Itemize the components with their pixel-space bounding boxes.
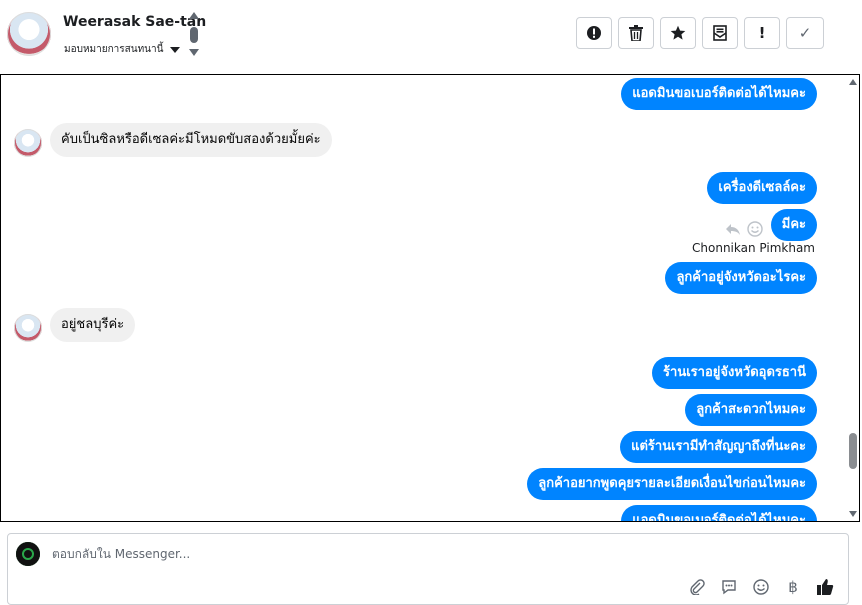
caret-down-icon <box>170 46 181 53</box>
contact-avatar[interactable] <box>7 12 51 56</box>
archive-icon <box>713 25 727 41</box>
smiley-icon[interactable] <box>747 221 763 237</box>
outgoing-message[interactable]: ลูกค้าอยากพูดคุยรายละเอียดเงื่อนไขก่อนไห… <box>527 468 817 500</box>
outgoing-message[interactable]: แอดมินขอเบอร์ติดต่อได้ไหมคะ <box>621 78 817 110</box>
thumbs-up-icon <box>817 579 834 595</box>
scrollbar-thumb[interactable] <box>849 433 857 469</box>
incoming-message[interactable]: อยู่ชลบุรีค่ะ <box>50 308 136 342</box>
payment-button[interactable]: ฿ <box>784 578 802 596</box>
smiley-icon <box>753 579 769 595</box>
outgoing-message[interactable]: ลูกค้าสะดวกไหมคะ <box>685 394 817 426</box>
assign-conversation-dropdown[interactable]: มอบหมายการสนทนานี้ <box>64 42 181 57</box>
composer-tools: ฿ <box>688 578 834 596</box>
page-avatar <box>16 542 40 566</box>
message-thread[interactable]: แอดมินขอเบอร์ติดต่อได้ไหมคะ คับเป็นซิลหร… <box>0 74 860 522</box>
attachment-button[interactable] <box>688 578 706 596</box>
thread-scrollbar[interactable] <box>847 75 859 521</box>
outgoing-message[interactable]: แอดมินขอเบอร์ติดต่อได้ไหมคะ <box>621 505 817 521</box>
mark-done-button[interactable]: ✓ <box>786 17 824 49</box>
conversation-toolbar: ! ✓ <box>576 17 824 49</box>
navigator-handle <box>190 27 198 43</box>
report-button[interactable] <box>576 17 612 49</box>
reply-input[interactable] <box>52 542 652 566</box>
archive-button[interactable] <box>702 17 738 49</box>
emoji-button[interactable] <box>752 578 770 596</box>
outgoing-message[interactable]: แต่ร้านเรามีทำสัญญาถึงที่นะคะ <box>620 431 817 463</box>
chat-bubble-icon <box>722 580 736 595</box>
exclamation-icon: ! <box>758 24 766 42</box>
conversation-navigator[interactable] <box>187 12 201 58</box>
conversation-header: Weerasak Sae-tan มอบหมายการสนทนานี้ ! ✓ <box>0 0 862 74</box>
scroll-up-arrow-icon[interactable] <box>849 79 857 85</box>
incoming-message[interactable]: คับเป็นซิลหรือดีเซลค่ะมีโหมดขับสองด้วยมั… <box>50 123 332 157</box>
chevron-down-icon[interactable] <box>189 49 199 56</box>
delete-button[interactable] <box>618 17 654 49</box>
baht-icon: ฿ <box>788 578 798 596</box>
outgoing-message[interactable]: เครื่องดีเซลล์คะ <box>707 172 817 204</box>
contact-avatar-small[interactable] <box>14 314 42 342</box>
reply-icon[interactable] <box>725 221 741 237</box>
outgoing-message[interactable]: ลูกค้าอยู่จังหวัดอะไรคะ <box>665 262 817 294</box>
trash-icon <box>629 25 643 41</box>
star-icon <box>670 25 686 40</box>
outgoing-message[interactable]: ร้านเราอยู่จังหวัดอุดรธานี <box>652 357 817 389</box>
assign-label: มอบหมายการสนทนานี้ <box>64 44 164 55</box>
reply-composer: ฿ <box>7 533 849 605</box>
chevron-up-icon[interactable] <box>189 12 199 19</box>
checkmark-icon: ✓ <box>798 24 812 42</box>
exclamation-circle-icon <box>587 26 601 40</box>
message-actions <box>725 221 763 237</box>
star-button[interactable] <box>660 17 696 49</box>
contact-avatar-small[interactable] <box>14 129 42 157</box>
saved-replies-button[interactable] <box>720 578 738 596</box>
sender-name: Chonnikan Pimkham <box>692 241 815 255</box>
contact-name[interactable]: Weerasak Sae-tan <box>63 14 206 30</box>
scroll-down-arrow-icon[interactable] <box>849 511 857 517</box>
paperclip-icon <box>690 579 705 595</box>
outgoing-message[interactable]: มีคะ <box>770 209 817 241</box>
like-button[interactable] <box>816 578 834 596</box>
mark-important-button[interactable]: ! <box>744 17 780 49</box>
